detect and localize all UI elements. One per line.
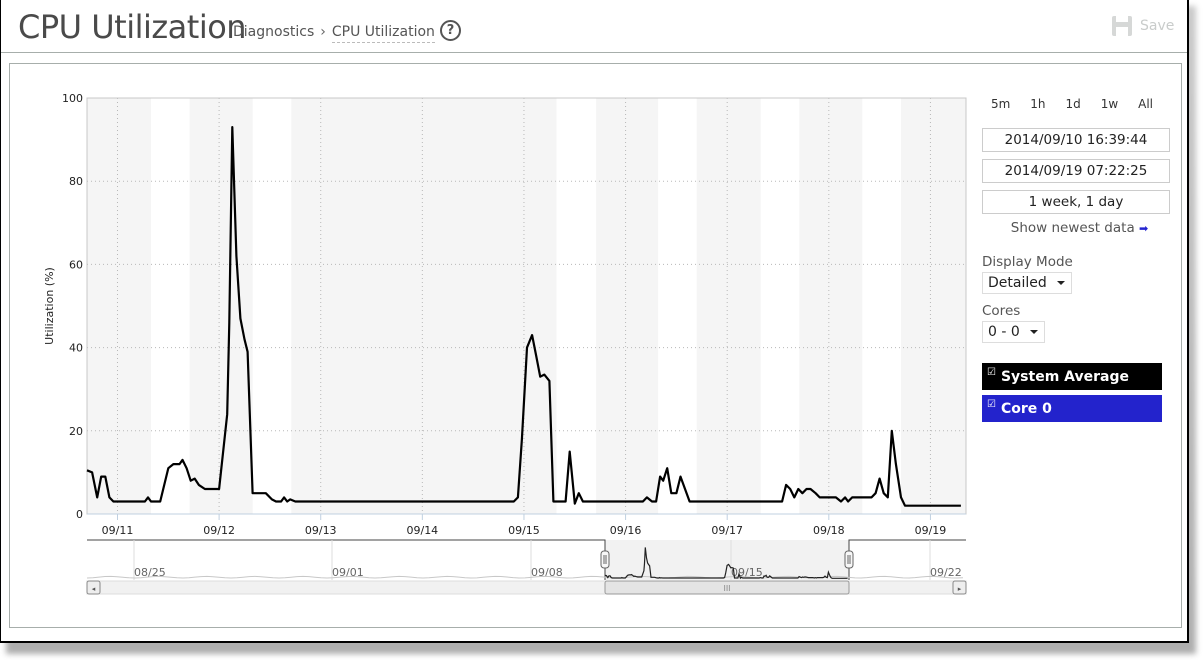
x-tick-label: 09/19	[915, 524, 947, 537]
day-band	[658, 98, 697, 514]
y-tick-label: 20	[69, 425, 83, 438]
chevron-down-icon	[1029, 330, 1038, 334]
range-all[interactable]: All	[1138, 97, 1153, 111]
range-1w[interactable]: 1w	[1101, 97, 1118, 111]
app-window: CPU Utilization Diagnostics › CPU Utiliz…	[0, 0, 1189, 643]
legend-label: Core 0	[1000, 400, 1052, 417]
y-tick-label: 100	[62, 92, 83, 105]
show-newest-label: Show newest data	[1010, 220, 1135, 236]
y-axis-label: Utilization (%)	[43, 267, 56, 345]
chevron-down-icon	[1056, 281, 1065, 285]
day-band	[760, 98, 800, 514]
arrow-right-icon: ▸	[958, 585, 962, 593]
checkbox-checked-icon: ☑	[987, 399, 996, 410]
y-axis-ticks: 0 20 40 60 80 100	[62, 92, 83, 521]
cores-select[interactable]: 0 - 0	[982, 321, 1045, 343]
display-mode-select[interactable]: Detailed	[982, 272, 1072, 294]
save-icon	[1112, 16, 1132, 36]
save-button[interactable]: Save	[1112, 16, 1174, 36]
legend-core-0[interactable]: ☑ Core 0	[982, 395, 1162, 422]
cpu-utilization-chart: 020406080100 09/11 09/12 09/13 09/14 09/15 09…	[43, 92, 967, 595]
time-range-buttons: 5m 1h 1d 1w All	[991, 97, 1153, 111]
x-tick-label: 09/11	[102, 524, 134, 537]
range-navigator: 08/25 09/01 09/08 09/15 09/22III◂ ▸	[86, 539, 967, 595]
day-band	[151, 98, 190, 514]
y-tick-label: 40	[69, 342, 83, 355]
range-5m[interactable]: 5m	[991, 97, 1010, 111]
day-band	[252, 98, 292, 514]
display-mode-value: Detailed	[988, 275, 1047, 291]
y-tick-label: 80	[69, 175, 83, 188]
navigator-right-handle[interactable]	[844, 550, 854, 569]
show-newest-data-link[interactable]: Show newest data ➡	[982, 220, 1177, 236]
save-label: Save	[1140, 18, 1175, 34]
x-tick-label: 09/14	[406, 524, 438, 537]
x-tick-label: 09/17	[711, 524, 743, 537]
legend-label: System Average	[1000, 368, 1129, 385]
cores-value: 0 - 0	[988, 324, 1020, 340]
checkbox-checked-icon: ☑	[987, 367, 996, 378]
x-axis-ticks: 09/11 09/12 09/13 09/14 09/15 09/16 09/17 09/18…	[87, 513, 966, 537]
range-1d[interactable]: 1d	[1065, 97, 1080, 111]
x-tick-label: 09/18	[813, 524, 845, 537]
y-tick-label: 0	[76, 508, 83, 521]
x-tick-label: 09/13	[305, 524, 337, 537]
x-tick-label: 09/15	[508, 524, 540, 537]
end-time-field[interactable]: 2014/09/19 07:22:25	[982, 159, 1170, 183]
arrow-left-icon: ◂	[92, 585, 96, 593]
legend-system-average[interactable]: ☑ System Average	[982, 363, 1162, 390]
x-tick-label: 09/12	[203, 524, 235, 537]
start-time-field[interactable]: 2014/09/10 16:39:44	[982, 128, 1170, 152]
x-tick-label: 09/16	[610, 524, 642, 537]
day-band	[556, 98, 597, 514]
scrollbar-grip-icon: III	[723, 584, 730, 593]
navigator-selected-area	[605, 540, 849, 580]
cores-label: Cores	[982, 303, 1021, 319]
arrow-right-icon: ➡	[1139, 222, 1149, 235]
display-mode-label: Display Mode	[982, 254, 1073, 270]
y-tick-label: 60	[69, 258, 83, 271]
duration-field[interactable]: 1 week, 1 day	[982, 190, 1170, 214]
navigator-left-handle[interactable]	[600, 550, 610, 569]
range-1h[interactable]: 1h	[1030, 97, 1045, 111]
chart-controls: 5m 1h 1d 1w All 2014/09/10 16:39:44 2014…	[982, 90, 1177, 422]
